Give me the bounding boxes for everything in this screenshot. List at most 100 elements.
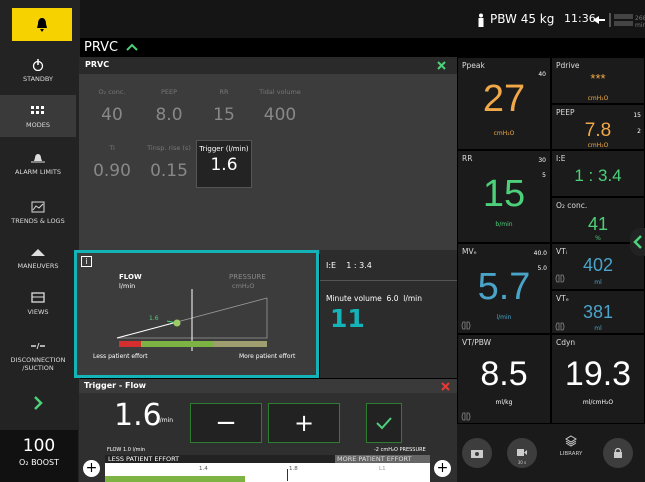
lung-icon [555, 322, 565, 331]
alarm-limits-icon [30, 151, 46, 165]
param-label: O₂ conc. [98, 88, 126, 96]
metric-value: 27 [482, 78, 526, 120]
less-effort-bar: LESS PATIENT EFFORT [105, 455, 335, 463]
param-rise[interactable]: Tinsp. rise (s) 0.15 [141, 140, 197, 188]
param-value: 15 [213, 105, 235, 125]
o2-boost-label: O₂ BOOST [19, 458, 59, 467]
metric-vt-pbw[interactable]: VT/PBW 8.5 ml/kg [457, 334, 551, 424]
confirm-button[interactable] [366, 403, 402, 443]
param-value: 400 [263, 105, 297, 125]
camera-icon [471, 450, 483, 458]
lung-icon [461, 321, 471, 330]
param-rr[interactable]: RR 15 [196, 84, 252, 132]
bottom-toolbar: 30 s LIBRARY [457, 424, 645, 482]
step-number: 11 [330, 304, 365, 333]
plus-icon: + [293, 409, 315, 437]
collapse-metrics-button[interactable] [630, 228, 645, 256]
metric-value: 402 [582, 255, 614, 275]
increase-button[interactable]: + [268, 403, 340, 443]
sidebar-label-standby: STANDBY [23, 74, 53, 83]
scale-decrease-button[interactable]: + [83, 460, 100, 477]
sidebar-item-alarm-limits[interactable]: ALARM LIMITS [0, 145, 76, 181]
library-label: LIBRARY [559, 451, 583, 457]
lung-icon [461, 412, 471, 421]
metric-ie[interactable]: I:E 1 : 3.4 [551, 150, 645, 197]
param-peep[interactable]: PEEP 8.0 [141, 84, 197, 132]
library-icon [565, 435, 577, 447]
metric-cdyn[interactable]: Cdyn 19.3 ml/cmH₂O [551, 334, 645, 424]
metric-value: 19.3 [564, 355, 632, 393]
metric-unit: cmH₂O [493, 130, 515, 137]
metric-mve[interactable]: MVₑ 40.0 5.0 5.7 l/min [457, 243, 551, 334]
param-ti[interactable]: Ti 0.90 [84, 140, 140, 188]
disconnection-icon [30, 339, 46, 353]
scale-tick: 1.4 [199, 466, 208, 472]
metric-pdrive[interactable]: Pdrive *** cmH₂O [551, 57, 645, 104]
lock-icon [614, 447, 622, 458]
scale-tick: L1 [379, 466, 386, 472]
pbw-label: PBW 45 kg [490, 12, 555, 26]
metric-label: Cdyn [556, 338, 576, 347]
param-label: RR [219, 88, 229, 96]
metric-value: 5.7 [477, 266, 531, 308]
minus-icon: − [215, 408, 237, 438]
metric-label: RR [462, 154, 473, 163]
scale-pointer [287, 469, 288, 481]
sidebar-item-standby[interactable]: STANDBY [0, 52, 76, 88]
param-trigger[interactable]: Trigger (l/min) 1.6 [196, 140, 252, 188]
metric-label: O₂ conc. [556, 201, 588, 210]
lock-button[interactable] [603, 438, 633, 468]
close-icon[interactable] [437, 61, 446, 70]
metric-value: 7.8 [584, 120, 612, 141]
param-tidal-volume[interactable]: Tidal volume 400 [252, 84, 308, 132]
scale-increase-button[interactable]: + [434, 460, 451, 477]
video-icon [517, 449, 527, 456]
param-value: 40 [101, 105, 123, 125]
sidebar-label-maneuvers: MANEUVERS [17, 261, 59, 270]
flow-note: FLOW 1.0 l/min [107, 447, 145, 453]
sidebar-item-maneuvers[interactable]: MANEUVERS [0, 240, 76, 274]
alarm-bell-button[interactable] [12, 8, 72, 41]
less-effort-label: Less patient effort [93, 353, 148, 360]
trigger-scale[interactable]: LESS PATIENT EFFORT MORE PATIENT EFFORT … [105, 455, 430, 482]
views-icon [31, 291, 45, 305]
library-button[interactable]: LIBRARY [553, 432, 589, 457]
metric-limit: 40 [538, 71, 546, 78]
metric-peep[interactable]: PEEP 15 2 7.8 cmH₂O [551, 104, 645, 150]
metric-label: I:E [556, 154, 566, 163]
record-button[interactable]: 30 s [507, 438, 537, 468]
metric-limit-high: 30 [538, 157, 546, 164]
sidebar-item-trends-logs[interactable]: TRENDS & LOGS [0, 192, 76, 232]
metric-value: *** [590, 71, 606, 86]
info-summary: I:E 1 : 3.4 Minute volume 6.0 l/min 11 [320, 250, 457, 378]
sidebar-item-disconnection[interactable]: DISCONNECTION /SUCTION [0, 333, 76, 377]
metric-vte[interactable]: VTₑ 381 ml [551, 290, 645, 334]
metric-ppeak[interactable]: Ppeak 40 27 cmH₂O [457, 57, 551, 150]
metrics-panel: Ppeak 40 27 cmH₂O Pdrive *** cmH₂O PEEP … [457, 57, 645, 424]
sidebar-expand-button[interactable] [0, 388, 76, 418]
plus-icon: + [85, 460, 98, 476]
metric-label: MVₑ [462, 247, 477, 256]
sidebar: STANDBY MODES ALARM LIMITS TRENDS & LOGS… [0, 0, 80, 482]
sidebar-label-views: VIEWS [27, 307, 49, 316]
metric-rr[interactable]: RR 30 5 15 b/min [457, 150, 551, 243]
sidebar-item-views[interactable]: VIEWS [0, 285, 76, 321]
top-bar: PBW 45 kg 11:36 268 min [80, 0, 645, 38]
trigger-panel-header: Trigger - Flow [79, 379, 457, 393]
decrease-button[interactable]: − [190, 403, 262, 443]
camera-button[interactable] [462, 438, 492, 468]
mode-title-button[interactable]: PRVC [84, 40, 138, 55]
param-label: Ti [109, 144, 115, 152]
mode-title: PRVC [84, 40, 119, 55]
close-icon[interactable] [441, 382, 450, 391]
trigger-unit: l/min [158, 417, 174, 424]
lung-icon [555, 274, 565, 283]
sidebar-item-modes[interactable]: MODES [0, 95, 76, 137]
param-o2[interactable]: O₂ conc. 40 [84, 84, 140, 132]
sidebar-label-disconnection: DISCONNECTION /SUCTION [10, 355, 66, 372]
o2-boost-button[interactable]: 100 O₂ BOOST [0, 430, 78, 482]
patient-icon [478, 13, 484, 27]
metric-label: PEEP [556, 108, 575, 117]
plus-icon: + [436, 460, 449, 476]
metric-label: Pdrive [556, 61, 580, 70]
